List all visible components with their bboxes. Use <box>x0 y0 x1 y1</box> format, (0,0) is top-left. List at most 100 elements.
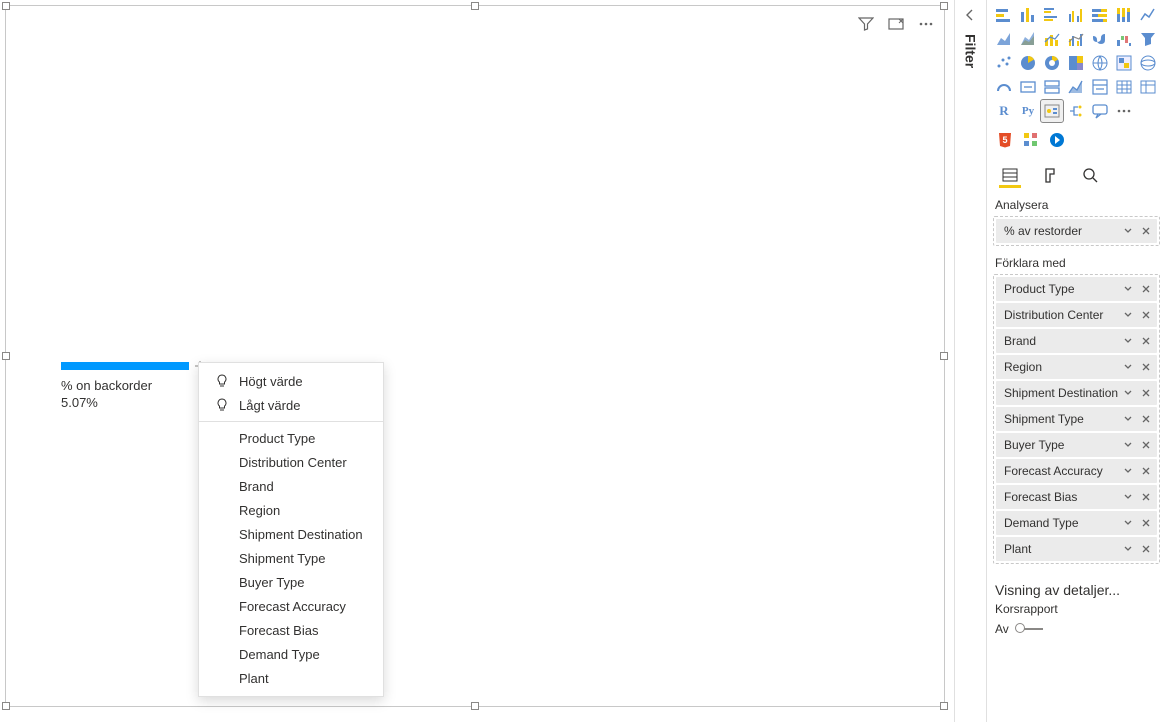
resize-handle-bottom-mid[interactable] <box>471 702 479 710</box>
analytics-tab[interactable] <box>1079 166 1101 188</box>
menu-field-brand[interactable]: Brand <box>199 474 383 498</box>
filter-icon[interactable] <box>858 16 874 32</box>
menu-field-shipment-type[interactable]: Shipment Type <box>199 546 383 570</box>
viz-scatter[interactable] <box>993 52 1015 74</box>
viz-card[interactable] <box>1017 76 1039 98</box>
viz-area[interactable] <box>993 28 1015 50</box>
remove-field-icon[interactable] <box>1139 360 1153 374</box>
chevron-down-icon[interactable] <box>1121 516 1135 530</box>
viz-clustered-column[interactable] <box>1065 4 1087 26</box>
explain-field-pill[interactable]: Distribution Center <box>996 303 1157 327</box>
remove-field-icon[interactable] <box>1139 282 1153 296</box>
explain-field-pill[interactable]: Demand Type <box>996 511 1157 535</box>
viz-r-script[interactable]: R <box>993 100 1015 122</box>
viz-map[interactable] <box>1089 52 1111 74</box>
viz-line-stacked-column[interactable] <box>1041 28 1063 50</box>
chevron-down-icon[interactable] <box>1121 412 1135 426</box>
explain-field-pill[interactable]: Plant <box>996 537 1157 561</box>
remove-field-icon[interactable] <box>1139 542 1153 556</box>
explain-field-pill[interactable]: Forecast Accuracy <box>996 459 1157 483</box>
remove-field-icon[interactable] <box>1139 490 1153 504</box>
explain-field-pill[interactable]: Product Type <box>996 277 1157 301</box>
viz-key-influencers[interactable] <box>1041 100 1063 122</box>
remove-field-icon[interactable] <box>1139 386 1153 400</box>
viz-ribbon[interactable] <box>1089 28 1111 50</box>
viz-stacked-area[interactable] <box>1017 28 1039 50</box>
chevron-down-icon[interactable] <box>1121 490 1135 504</box>
chevron-down-icon[interactable] <box>1121 386 1135 400</box>
custom-visual-grid-icon[interactable] <box>1021 130 1041 150</box>
report-canvas[interactable]: % on backorder 5.07% Högt värde <box>0 0 954 722</box>
menu-field-forecast-accuracy[interactable]: Forecast Accuracy <box>199 594 383 618</box>
explain-field-pill[interactable]: Buyer Type <box>996 433 1157 457</box>
viz-matrix[interactable] <box>1137 76 1159 98</box>
explain-field-pill[interactable]: Region <box>996 355 1157 379</box>
menu-field-region[interactable]: Region <box>199 498 383 522</box>
focus-mode-icon[interactable] <box>888 16 904 32</box>
explain-field-pill[interactable]: Shipment Type <box>996 407 1157 431</box>
explain-field-pill[interactable]: Shipment Destination <box>996 381 1157 405</box>
viz-decomposition-tree[interactable] <box>1065 100 1087 122</box>
viz-100-stacked-column[interactable] <box>1113 4 1135 26</box>
viz-clustered-bar[interactable] <box>1041 4 1063 26</box>
chevron-down-icon[interactable] <box>1121 224 1135 238</box>
explain-field-well[interactable]: Product TypeDistribution CenterBrandRegi… <box>993 274 1160 564</box>
menu-field-demand-type[interactable]: Demand Type <box>199 642 383 666</box>
viz-pie[interactable] <box>1017 52 1039 74</box>
remove-field-icon[interactable] <box>1139 516 1153 530</box>
analyze-field-pill[interactable]: % av restorder <box>996 219 1157 243</box>
remove-field-icon[interactable] <box>1139 438 1153 452</box>
viz-slicer[interactable] <box>1089 76 1111 98</box>
viz-filled-map[interactable] <box>1113 52 1135 74</box>
resize-handle-mid-right[interactable] <box>940 352 948 360</box>
analyze-field-well[interactable]: % av restorder <box>993 216 1160 246</box>
chevron-down-icon[interactable] <box>1121 438 1135 452</box>
resize-handle-mid-left[interactable] <box>2 352 10 360</box>
fields-tab[interactable] <box>999 166 1021 188</box>
resize-handle-top-left[interactable] <box>2 2 10 10</box>
remove-field-icon[interactable] <box>1139 464 1153 478</box>
resize-handle-top-mid[interactable] <box>471 2 479 10</box>
viz-gauge[interactable] <box>993 76 1015 98</box>
remove-field-icon[interactable] <box>1139 308 1153 322</box>
chevron-down-icon[interactable] <box>1121 308 1135 322</box>
viz-multi-row-card[interactable] <box>1041 76 1063 98</box>
menu-field-plant[interactable]: Plant <box>199 666 383 690</box>
menu-field-product-type[interactable]: Product Type <box>199 426 383 450</box>
remove-field-icon[interactable] <box>1139 224 1153 238</box>
viz-funnel[interactable] <box>1137 28 1159 50</box>
viz-table[interactable] <box>1113 76 1135 98</box>
visual-container[interactable]: % on backorder 5.07% Högt värde <box>5 5 945 707</box>
menu-field-buyer-type[interactable]: Buyer Type <box>199 570 383 594</box>
menu-field-distribution-center[interactable]: Distribution Center <box>199 450 383 474</box>
more-options-icon[interactable] <box>918 16 934 32</box>
chevron-down-icon[interactable] <box>1121 360 1135 374</box>
menu-low-value[interactable]: Lågt värde <box>199 393 383 417</box>
expand-filter-icon[interactable] <box>963 8 979 24</box>
resize-handle-bottom-left[interactable] <box>2 702 10 710</box>
viz-more-icon[interactable] <box>1113 100 1135 122</box>
chevron-down-icon[interactable] <box>1121 542 1135 556</box>
viz-python[interactable]: Py <box>1017 100 1039 122</box>
viz-shape-map[interactable] <box>1137 52 1159 74</box>
html5-visual-icon[interactable]: 5 <box>995 130 1015 150</box>
viz-qa[interactable] <box>1089 100 1111 122</box>
explain-field-pill[interactable]: Brand <box>996 329 1157 353</box>
viz-100-stacked-bar[interactable] <box>1089 4 1111 26</box>
menu-field-shipment-destination[interactable]: Shipment Destination <box>199 522 383 546</box>
viz-line-clustered-column[interactable] <box>1065 28 1087 50</box>
chevron-down-icon[interactable] <box>1121 282 1135 296</box>
remove-field-icon[interactable] <box>1139 412 1153 426</box>
cross-report-toggle[interactable] <box>1015 622 1045 636</box>
viz-kpi[interactable] <box>1065 76 1087 98</box>
power-automate-icon[interactable] <box>1047 130 1067 150</box>
chevron-down-icon[interactable] <box>1121 334 1135 348</box>
resize-handle-top-right[interactable] <box>940 2 948 10</box>
chevron-down-icon[interactable] <box>1121 464 1135 478</box>
viz-stacked-bar[interactable] <box>993 4 1015 26</box>
filter-pane-label[interactable]: Filter <box>963 34 979 68</box>
menu-field-forecast-bias[interactable]: Forecast Bias <box>199 618 383 642</box>
explain-field-pill[interactable]: Forecast Bias <box>996 485 1157 509</box>
viz-line[interactable] <box>1137 4 1159 26</box>
viz-waterfall[interactable] <box>1113 28 1135 50</box>
